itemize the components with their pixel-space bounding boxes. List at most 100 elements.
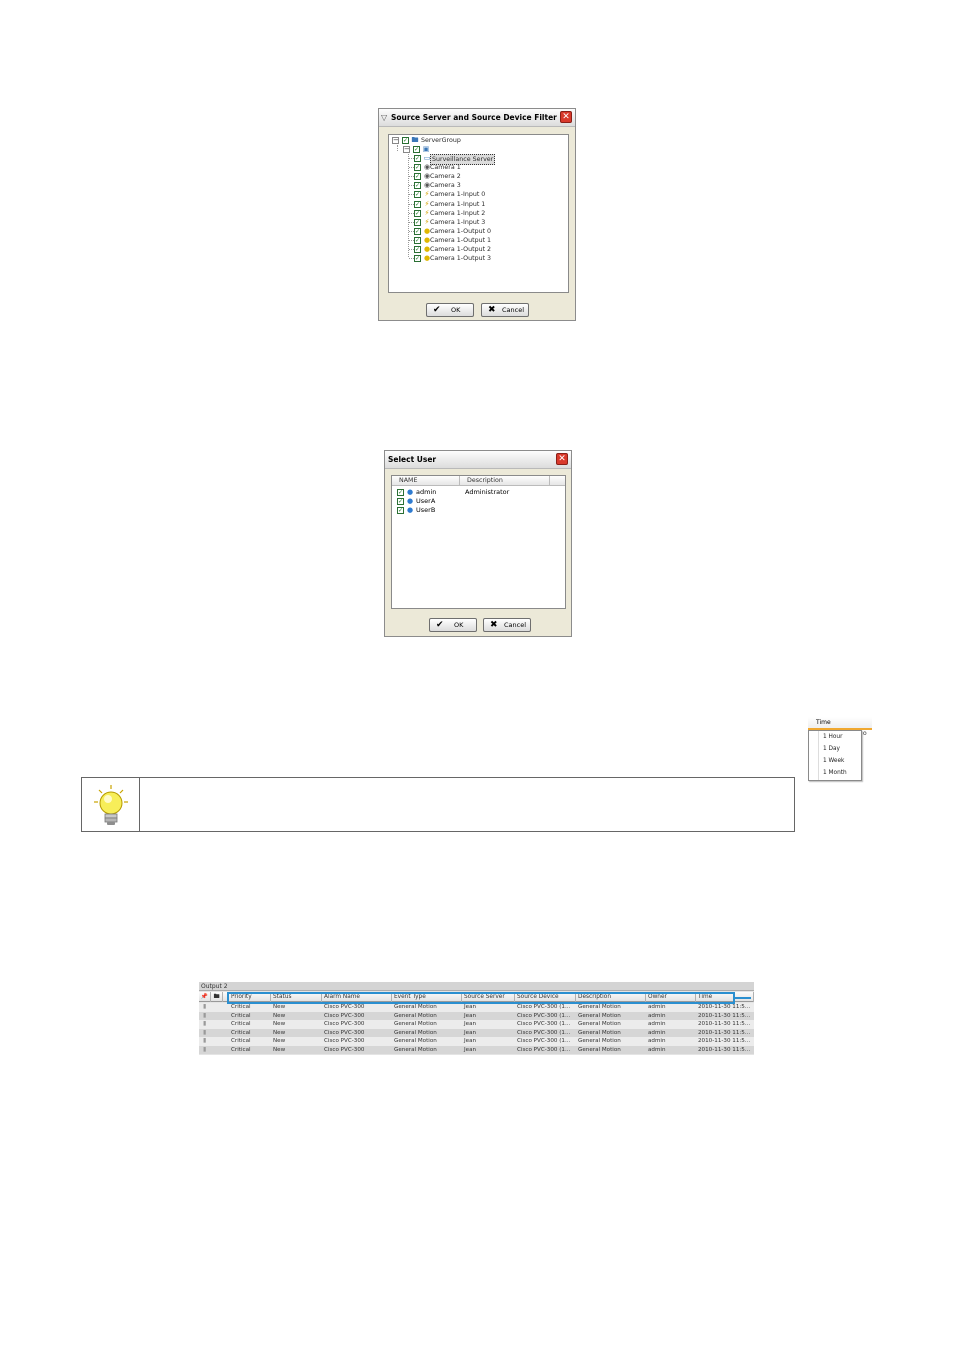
table-cell: General Motion — [394, 1021, 437, 1027]
tree-node[interactable]: ✓ ● Camera 1-Output 3 — [414, 254, 564, 263]
user-icon: ● — [407, 497, 414, 505]
tree-node[interactable]: ✓ ● Camera 1-Output 2 — [414, 245, 564, 254]
close-button[interactable]: ✕ — [556, 453, 568, 465]
table-cell: 2010-11-30 11:5... — [698, 1046, 751, 1053]
table-row[interactable]: ▮ Critical New Cisco PVC-300 General Motion J… — [199, 1037, 754, 1046]
checkbox[interactable]: ✓ — [414, 218, 421, 226]
table-cell: 2010-11-30 11:5... — [698, 1021, 751, 1027]
table-cell: 2010-11-30 11:5... — [698, 1004, 751, 1010]
tree-node[interactable]: ✓ ▭ Surveillance Server — [414, 154, 564, 165]
table-cell: Jean — [464, 1004, 477, 1010]
table-cell: General Motion — [578, 1021, 621, 1027]
ok-button[interactable]: ✔ OK — [429, 618, 477, 632]
tree-node-label: Camera 1-Input 1 — [430, 200, 486, 208]
device-tree: − ✓ 🖿 ServerGroup − ✓ ▣ ✓ ▭ Surveillance S… — [388, 134, 569, 293]
pin-icon: ▮ — [203, 1011, 207, 1019]
checkbox[interactable]: ✓ — [414, 200, 421, 208]
user-row[interactable]: ✓ ● UserB — [397, 506, 562, 515]
table-cell: General Motion — [394, 1038, 437, 1044]
time-option[interactable]: 1 Day — [823, 745, 840, 753]
collapse-icon[interactable]: − — [403, 146, 410, 153]
table-cell: New — [273, 1029, 286, 1036]
checkbox[interactable]: ✓ — [414, 255, 421, 263]
table-row[interactable]: ▮ Critical New Cisco PVC-300 General Motion J… — [199, 1020, 754, 1029]
user-icon: ● — [407, 506, 414, 514]
ok-button[interactable]: ✔ OK — [426, 303, 474, 317]
time-column-header[interactable]: Time — [808, 717, 872, 730]
checkbox[interactable]: ✓ — [414, 173, 421, 181]
ok-label: OK — [451, 306, 461, 314]
folder-column-icon[interactable]: 🖿 — [211, 992, 223, 1002]
cancel-button[interactable]: ✖ Cancel — [481, 303, 529, 317]
checkbox[interactable]: ✓ — [397, 489, 404, 496]
table-row[interactable]: ▮ Critical New Cisco PVC-300 General Motion J… — [199, 1028, 754, 1037]
time-option[interactable]: 1 Week — [823, 757, 844, 765]
time-dropdown: Time 1 Hour 1 Day 1 Week 1 Month o — [808, 717, 872, 781]
table-row[interactable]: ▮ Critical New Cisco PVC-300 General Motion J… — [199, 1011, 754, 1020]
checkbox[interactable]: ✓ — [397, 507, 404, 514]
column-header-name[interactable]: NAME — [399, 476, 417, 485]
dialog-title-bar[interactable]: ▽ Source Server and Source Device Filter — [379, 109, 575, 127]
table-cell: Cisco PVC-300 (1... — [517, 1021, 571, 1027]
x-icon: ✖ — [490, 620, 498, 630]
user-row[interactable]: ✓ ● UserA — [397, 497, 562, 506]
table-cell: admin — [648, 1012, 666, 1019]
table-cell: Cisco PVC-300 (1... — [517, 1029, 571, 1036]
collapse-icon[interactable]: − — [392, 137, 399, 144]
time-header-tail: o — [863, 730, 867, 737]
tree-node[interactable]: ✓ ● Camera 1-Output 0 — [414, 227, 564, 236]
tree-node[interactable]: ✓ ⚡ Camera 1-Input 3 — [414, 218, 564, 227]
user-name: UserB — [416, 506, 436, 514]
user-icon: ● — [407, 488, 414, 496]
table-cell: Cisco PVC-300 — [324, 1004, 365, 1010]
source-filter-dialog: ▽ Source Server and Source Device Filter… — [378, 108, 576, 321]
table-cell: Critical — [231, 1029, 251, 1036]
table-cell: New — [273, 1012, 286, 1019]
checkbox[interactable]: ✓ — [414, 236, 421, 244]
table-row[interactable]: ▮ Critical New Cisco PVC-300 General Motion J… — [199, 1003, 754, 1012]
column-highlight-frame — [227, 992, 735, 1004]
table-cell: General Motion — [578, 1046, 621, 1053]
time-option[interactable]: 1 Hour — [823, 733, 843, 741]
table-cell: Critical — [231, 1012, 251, 1019]
checkbox[interactable]: ✓ — [413, 146, 420, 153]
user-name: UserA — [416, 497, 436, 505]
checkbox[interactable]: ✓ — [414, 182, 421, 190]
checkbox[interactable]: ✓ — [414, 191, 421, 199]
tree-node[interactable]: ✓ ◉ Camera 3 — [414, 181, 564, 190]
checkmark-icon: ✔ — [436, 620, 444, 630]
cancel-button[interactable]: ✖ Cancel — [483, 618, 531, 632]
tree-node-label: Camera 1-Output 1 — [430, 236, 492, 244]
checkbox[interactable]: ✓ — [414, 227, 421, 235]
tree-node[interactable]: ✓ ◉ Camera 1 — [414, 163, 564, 172]
table-row[interactable]: ▮ Critical New Cisco PVC-300 General Motion J… — [199, 1045, 754, 1054]
time-option[interactable]: 1 Month — [823, 769, 847, 777]
close-button[interactable]: ✕ — [560, 111, 572, 123]
lightbulb-icon — [93, 784, 129, 828]
tree-node[interactable]: ✓ ⚡ Camera 1-Input 2 — [414, 209, 564, 218]
tree-node[interactable]: ✓ ◉ Camera 2 — [414, 172, 564, 181]
tree-node[interactable]: ✓ ● Camera 1-Output 1 — [414, 236, 564, 245]
column-header-description[interactable]: Description — [467, 476, 503, 485]
tree-node[interactable]: ✓ ⚡ Camera 1-Input 1 — [414, 200, 564, 209]
checkbox[interactable]: ✓ — [414, 164, 421, 172]
table-cell: New — [273, 1046, 286, 1053]
dialog-title-bar[interactable]: Select User — [385, 451, 571, 469]
table-cell: 2010-11-30 11:5... — [698, 1038, 751, 1044]
table-cell: 2010-11-30 11:5... — [698, 1029, 751, 1036]
tree-node[interactable]: ✓ ⚡ Camera 1-Input 0 — [414, 190, 564, 199]
table-cell: General Motion — [394, 1029, 437, 1036]
checkbox[interactable]: ✓ — [414, 246, 421, 253]
user-row[interactable]: ✓ ● admin Administrator — [397, 488, 562, 497]
table-cell: Critical — [231, 1004, 251, 1010]
checkbox[interactable]: ✓ — [414, 209, 421, 217]
pin-column-icon[interactable]: 📌 — [199, 992, 211, 1002]
table-cell: General Motion — [394, 1046, 437, 1053]
dialog-title: Select User — [388, 455, 437, 464]
checkbox[interactable]: ✓ — [414, 155, 421, 162]
checkbox[interactable]: ✓ — [402, 137, 409, 144]
table-cell: Critical — [231, 1021, 251, 1027]
table-cell: Cisco PVC-300 (1... — [517, 1004, 571, 1010]
server-icon: ▣ — [422, 145, 430, 153]
checkbox[interactable]: ✓ — [397, 498, 404, 505]
